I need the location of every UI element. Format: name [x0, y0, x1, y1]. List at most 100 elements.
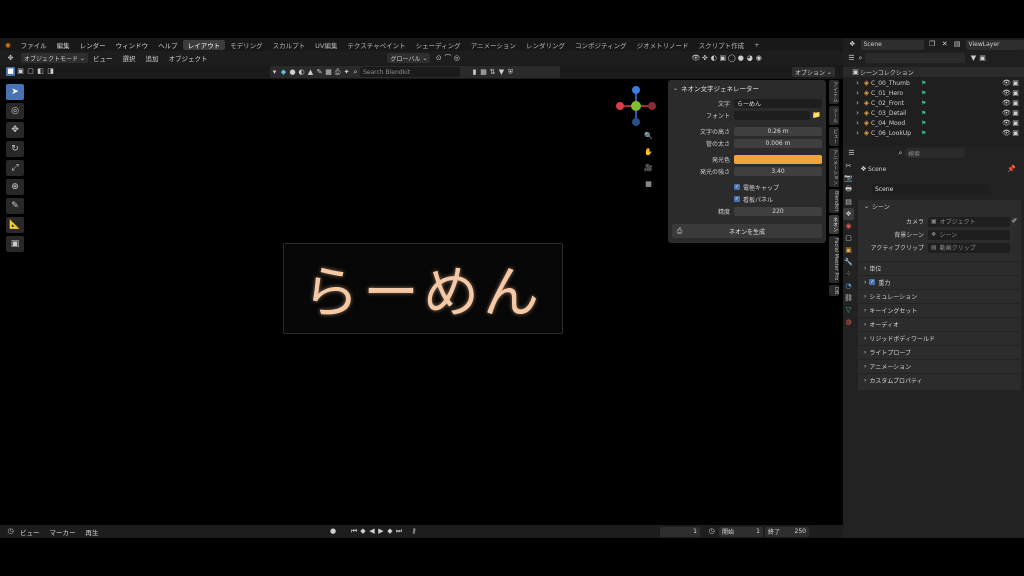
- visibility-eye-icon[interactable]: 👁: [1002, 79, 1011, 88]
- list-item[interactable]: › ◈ C_04_Mood ⚑ 👁 ▣: [843, 118, 1024, 128]
- section-units[interactable]: › 単位: [858, 261, 1021, 274]
- prev-key-icon[interactable]: ◆: [359, 527, 368, 536]
- tab-geometry-nodes[interactable]: ジオメトリノード: [632, 40, 694, 50]
- blendkit-nodegroup-icon[interactable]: ▦: [324, 68, 333, 77]
- constraint-properties-icon[interactable]: ⛓: [843, 292, 854, 304]
- menu-object[interactable]: オブジェクト: [163, 53, 212, 63]
- tab-tool[interactable]: ツール: [829, 106, 839, 125]
- tab-view[interactable]: ビュー: [829, 127, 839, 146]
- font-input[interactable]: [734, 110, 810, 120]
- scene-properties-icon[interactable]: ❖: [843, 208, 854, 220]
- menu-render[interactable]: レンダー: [75, 40, 111, 50]
- output-properties-icon[interactable]: 🖶: [843, 184, 854, 196]
- precision-field[interactable]: 220: [734, 206, 822, 216]
- section-animation[interactable]: › アニメーション: [858, 359, 1021, 372]
- select-intersect-icon[interactable]: ◨: [46, 67, 55, 76]
- blendkit-print-icon[interactable]: ⎙: [333, 68, 342, 77]
- move-tool-icon[interactable]: ✥: [6, 122, 24, 138]
- pivot-icon[interactable]: ⊙: [434, 54, 443, 63]
- blendkit-scene-icon[interactable]: ▲: [306, 68, 315, 77]
- next-key-icon[interactable]: ◆: [386, 527, 395, 536]
- expand-icon[interactable]: ›: [853, 119, 862, 128]
- data-properties-icon[interactable]: ▽: [843, 304, 854, 316]
- select-extend-icon[interactable]: ▣: [16, 67, 25, 76]
- tab-shading[interactable]: シェーディング: [411, 40, 466, 50]
- navigation-gizmo[interactable]: [614, 84, 658, 128]
- section-audio[interactable]: › オーディオ: [858, 317, 1021, 330]
- modifier-properties-icon[interactable]: 🔧: [843, 256, 854, 268]
- new-collection-icon[interactable]: ▣: [978, 54, 987, 63]
- start-frame-field[interactable]: 開始 1: [719, 526, 763, 537]
- expand-icon[interactable]: ›: [853, 79, 862, 88]
- physics-properties-icon[interactable]: ◔: [843, 280, 854, 292]
- timeline-menu-playback[interactable]: 再生: [81, 527, 104, 537]
- blendkit-bookmark-icon[interactable]: ▮: [470, 68, 479, 77]
- endcap-checkbox[interactable]: ✓: [734, 184, 740, 190]
- tab-sculpt[interactable]: スカルプト: [268, 40, 311, 50]
- list-item[interactable]: › ◈ C_03_Detail ⚑ 👁 ▣: [843, 108, 1024, 118]
- tab-texture-paint[interactable]: テクスチャペイント: [342, 40, 410, 50]
- blendkit-search-input[interactable]: Search Blendkit: [360, 67, 460, 77]
- outliner-type-icon[interactable]: ☰: [847, 54, 856, 63]
- blendkit-brush-icon[interactable]: ✎: [315, 68, 324, 77]
- viewlayer-selector[interactable]: ViewLayer: [965, 39, 1024, 50]
- section-gravity[interactable]: › ✓ 重力: [858, 275, 1021, 288]
- scale-tool-icon[interactable]: ⤢: [6, 160, 24, 176]
- measure-tool-icon[interactable]: 📐: [6, 217, 24, 233]
- pan-hand-icon[interactable]: ✋: [644, 148, 653, 157]
- tab-modeling[interactable]: モデリング: [225, 40, 268, 50]
- folder-icon[interactable]: 📁: [812, 111, 821, 120]
- list-item[interactable]: › ◈ C_01_Hero ⚑ 👁 ▣: [843, 88, 1024, 98]
- end-frame-field[interactable]: 終了 250: [765, 526, 809, 537]
- proportional-icon[interactable]: ◎: [452, 54, 461, 63]
- options-dropdown[interactable]: オプション ⌄: [792, 67, 835, 77]
- section-light-probes[interactable]: › ライトプローブ: [858, 345, 1021, 358]
- select-tool-icon[interactable]: ➤: [6, 84, 24, 100]
- record-icon[interactable]: ●: [329, 527, 338, 536]
- collection-properties-icon[interactable]: ▢: [843, 232, 854, 244]
- select-invert-icon[interactable]: ◧: [36, 67, 45, 76]
- clip-field[interactable]: ▤ 動画クリップ: [928, 242, 1010, 253]
- render-camera-icon[interactable]: ▣: [1011, 89, 1020, 98]
- perspective-grid-icon[interactable]: ▦: [644, 180, 653, 189]
- collapse-icon[interactable]: ⌄: [673, 85, 678, 92]
- height-field[interactable]: 0.26 m: [734, 126, 822, 136]
- panel-header[interactable]: ⌄ ネオン文字ジェネレーター: [668, 83, 826, 94]
- emit-color-swatch[interactable]: [734, 154, 822, 164]
- gizmo-icon[interactable]: ✜: [700, 54, 709, 63]
- viewlayer-icon[interactable]: ▤: [953, 40, 962, 49]
- clock-icon[interactable]: ◷: [707, 527, 716, 536]
- pin-icon[interactable]: 📌: [1007, 165, 1016, 174]
- scene-icon[interactable]: ❖: [848, 40, 857, 49]
- menu-window[interactable]: ウィンドウ: [111, 40, 154, 50]
- render-camera-icon[interactable]: ▣: [1011, 119, 1020, 128]
- blendkit-sort-icon[interactable]: ⇅: [488, 68, 497, 77]
- menu-file[interactable]: ファイル: [16, 40, 52, 50]
- scene-collection-row[interactable]: ▣ シーンコレクション: [843, 67, 1024, 77]
- visibility-eye-icon[interactable]: 👁: [1002, 129, 1011, 138]
- tab-compositing[interactable]: コンポジティング: [570, 40, 632, 50]
- tool-settings-icon[interactable]: ✂: [843, 160, 854, 172]
- render-camera-icon[interactable]: ▣: [1011, 79, 1020, 88]
- visibility-eye-icon[interactable]: 👁: [1002, 89, 1011, 98]
- select-new-icon[interactable]: ■: [6, 67, 15, 76]
- tab-scripting[interactable]: スクリプト作成: [694, 40, 750, 50]
- section-custom-properties[interactable]: › カスタムプロパティ: [858, 373, 1021, 386]
- xray-icon[interactable]: ▣: [718, 54, 727, 63]
- timeline-editor-icon[interactable]: ◷: [6, 527, 15, 536]
- menu-select[interactable]: 選択: [117, 53, 140, 63]
- tab-rendering[interactable]: レンダリング: [521, 40, 570, 50]
- world-properties-icon[interactable]: ◉: [843, 220, 854, 232]
- section-keying-sets[interactable]: › キーイングセット: [858, 303, 1021, 316]
- rotate-tool-icon[interactable]: ↻: [6, 141, 24, 157]
- blendkit-hdr-icon[interactable]: ◐: [297, 68, 306, 77]
- section-simulation[interactable]: › シミュレーション: [858, 289, 1021, 302]
- view-layer-properties-icon[interactable]: ▤: [843, 196, 854, 208]
- snap-icon[interactable]: ⌒: [443, 54, 452, 63]
- blendkit-shield-icon[interactable]: ⛨: [506, 68, 515, 77]
- tab-facial-master[interactable]: Facial Master Pro: [829, 236, 839, 283]
- annotate-tool-icon[interactable]: ✎: [6, 198, 24, 214]
- blendkit-model-icon[interactable]: ▾: [270, 68, 279, 77]
- visibility-eye-icon[interactable]: 👁: [1002, 99, 1011, 108]
- current-frame-field[interactable]: 1: [660, 526, 700, 537]
